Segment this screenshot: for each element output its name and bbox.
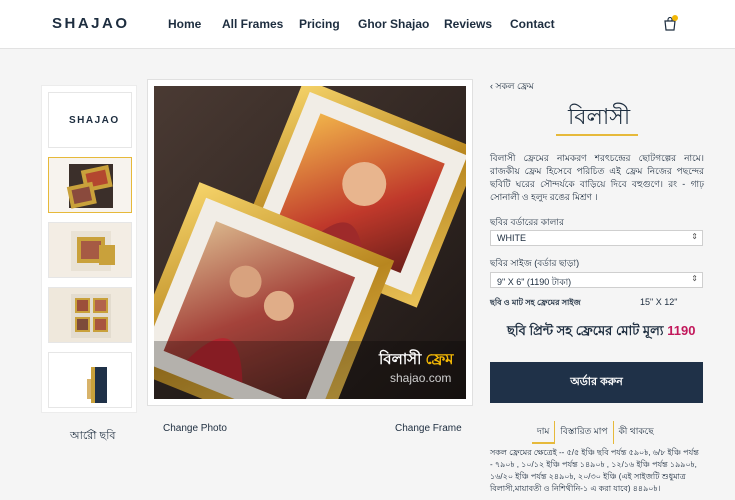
title-underline xyxy=(556,134,638,136)
caption-main: বিলাসী xyxy=(379,351,422,368)
image-caption: বিলাসী ফ্রেম xyxy=(379,348,454,373)
thumbnail-frame-2[interactable] xyxy=(48,222,132,278)
back-to-all-frames-link[interactable]: ‹ সকল ফ্রেম xyxy=(490,79,534,94)
caption-accent: ফ্রেম xyxy=(425,351,454,368)
order-button[interactable]: অর্ডার করুন xyxy=(490,362,703,403)
photo-size-select[interactable]: 9" X 6" (1190 টাকা) ⇕ xyxy=(490,272,703,288)
tab-content: সকল ফ্রেমের ক্ষেত্রেই -- ৫/৫ ইঞ্চি ছবি প… xyxy=(490,448,699,493)
nav-ghor-shajao[interactable]: Ghor Shajao xyxy=(358,17,429,31)
border-color-select[interactable]: WHITE ⇕ xyxy=(490,230,703,246)
nav-all-frames[interactable]: All Frames xyxy=(222,17,283,31)
total-price-label: ছবি প্রিন্ট সহ ফ্রেমের মোট মূল্য xyxy=(507,323,664,338)
frame-photo: বিলাসী ফ্রেম shajao.com xyxy=(154,86,466,399)
back-link-label: সকল ফ্রেম xyxy=(495,81,534,91)
tab-price[interactable]: দাম xyxy=(532,421,555,444)
thumbnail-logo[interactable]: SHAJAO xyxy=(48,92,132,148)
site-logo[interactable]: SHAJAO xyxy=(52,15,130,32)
nav-contact[interactable]: Contact xyxy=(510,17,555,31)
chevron-left-icon: ‹ xyxy=(490,81,493,91)
cart-badge xyxy=(672,15,678,21)
photo-size-label: ছবির সাইজ (বর্ডার ছাড়া) xyxy=(490,258,580,268)
thumbnail-logo-text: SHAJAO xyxy=(69,115,120,126)
info-tabs: দাম বিস্তারিত মাপ কী থাকছে xyxy=(532,421,659,444)
photo-size-value: 9" X 6" (1190 টাকা) xyxy=(497,277,572,287)
product-title: বিলাসী xyxy=(568,104,631,129)
tab-details[interactable]: বিস্তারিত মাপ xyxy=(554,421,612,444)
site-header: SHAJAO Home All Frames Pricing Ghor Shaj… xyxy=(0,0,735,49)
thumbnail-list: SHAJAO xyxy=(41,85,137,413)
thumbnail-frame-4[interactable] xyxy=(48,352,132,408)
cart-icon[interactable] xyxy=(664,15,678,31)
select-arrows-icon: ⇕ xyxy=(691,232,698,241)
frame-size-label: ছবি ও মাট সহ ফ্রেমের সাইজ xyxy=(490,298,581,307)
nav-reviews[interactable]: Reviews xyxy=(444,17,492,31)
thumbnail-frame-3[interactable] xyxy=(48,287,132,343)
nav-home[interactable]: Home xyxy=(168,17,201,31)
main-product-image: বিলাসী ফ্রেম shajao.com xyxy=(147,79,473,406)
watermark-site: shajao.com xyxy=(390,371,452,385)
frame-size-value: 15" X 12" xyxy=(640,297,678,307)
border-color-label: ছবির বর্ডারের কালার xyxy=(490,217,564,227)
total-price-value: 1190 xyxy=(667,323,696,338)
nav-pricing[interactable]: Pricing xyxy=(299,17,340,31)
thumbnail-frame-1[interactable] xyxy=(48,157,132,213)
select-arrows-icon: ⇕ xyxy=(691,274,698,283)
total-price: ছবি প্রিন্ট সহ ফ্রেমের মোট মূল্য 1190 xyxy=(507,322,695,343)
change-frame-link[interactable]: Change Frame xyxy=(395,423,462,434)
tab-included[interactable]: কী থাকছে xyxy=(612,421,659,444)
more-photos-link[interactable]: আরো ছবি xyxy=(70,427,115,446)
change-photo-link[interactable]: Change Photo xyxy=(163,423,227,434)
border-color-value: WHITE xyxy=(497,233,526,243)
product-description: বিলাসী ফ্রেমের নামকরণ শরৎচন্দ্রের ছোটগল্… xyxy=(490,153,704,202)
